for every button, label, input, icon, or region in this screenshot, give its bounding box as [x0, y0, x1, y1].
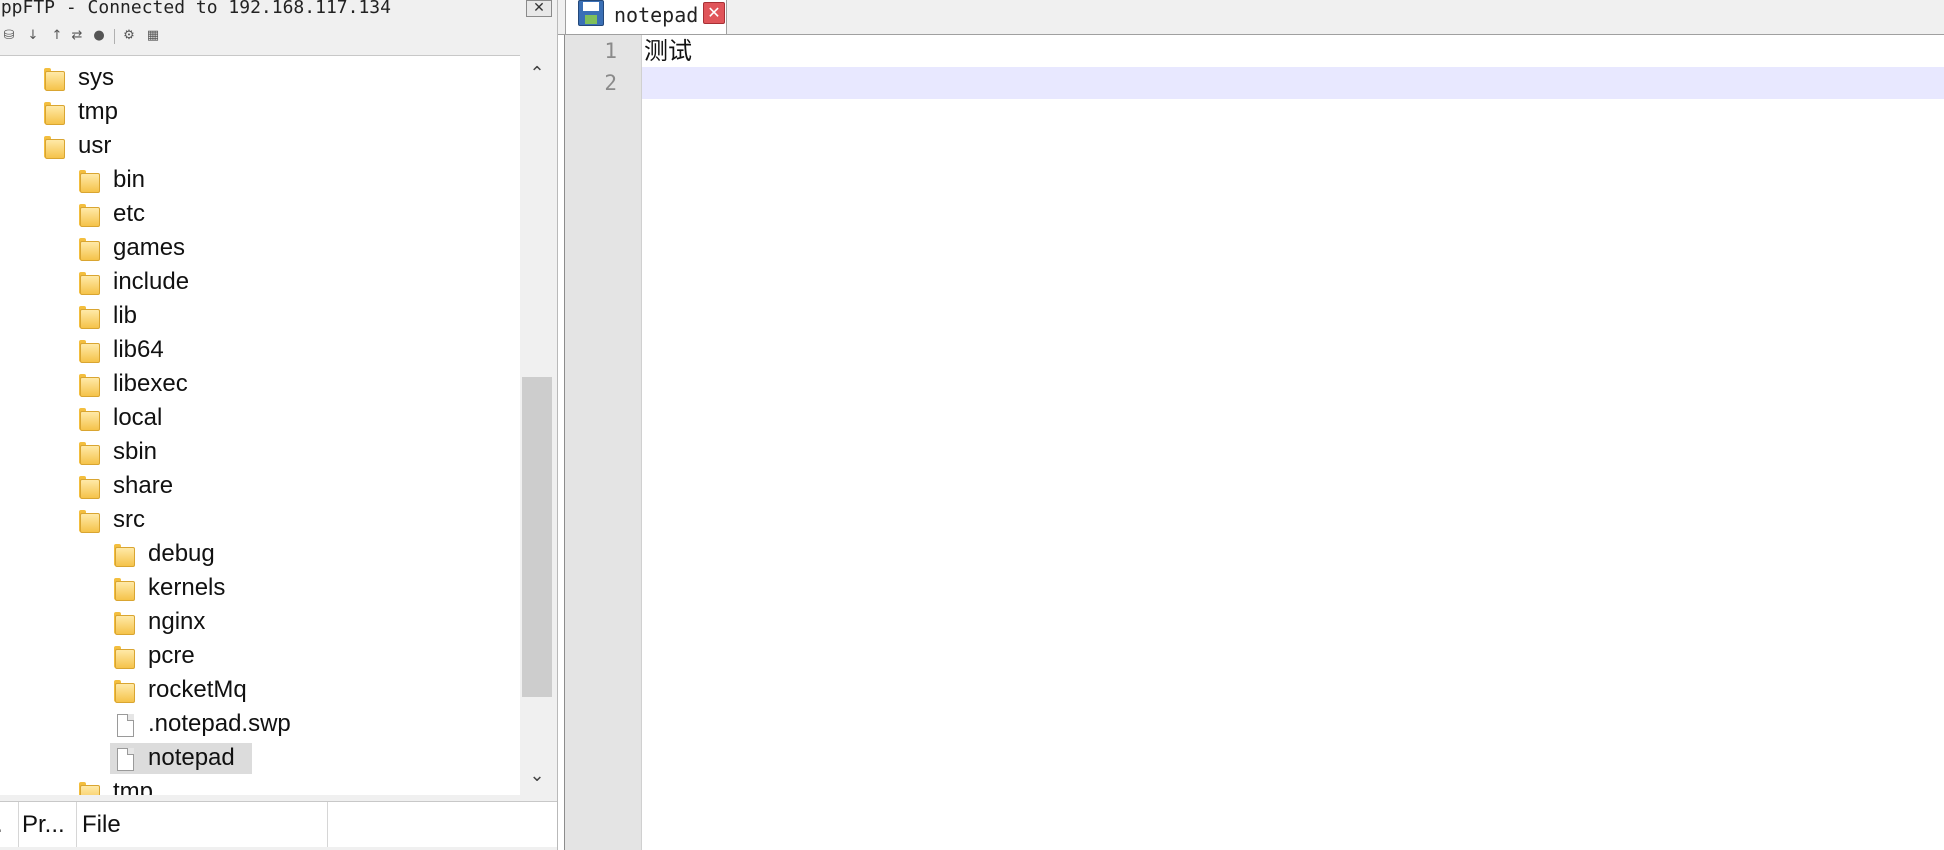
tab-notepad[interactable]: notepad ✕	[565, 0, 727, 34]
tree-item-label: .notepad.swp	[148, 710, 291, 737]
folder-icon	[79, 238, 101, 261]
tree-item-label: lib64	[113, 336, 164, 363]
tree-folder-item[interactable]: rocketMq	[0, 673, 520, 707]
panel-close-button[interactable]: ✕	[526, 0, 552, 17]
toolbar-separator	[114, 29, 115, 44]
tree-folder-item[interactable]: tmp	[0, 95, 520, 129]
transfer-queue-header: . Pr... File	[0, 801, 557, 847]
abort-icon[interactable]: ●	[90, 27, 108, 45]
line-number: 2	[604, 71, 617, 95]
remote-file-tree: sys tmp usr bin etc games include lib lib64 libex…	[0, 55, 520, 795]
panel-title: NppFTP - Connected to 192.168.117.134	[0, 0, 391, 18]
ftp-panel: NppFTP - Connected to 192.168.117.134 ✕ …	[0, 0, 558, 850]
tree-folder-item[interactable]: src	[0, 503, 520, 537]
document-tab-bar: notepad ✕	[558, 0, 1944, 35]
tree-item-label: kernels	[148, 574, 226, 601]
message-window-icon[interactable]: ▦	[144, 27, 162, 45]
tab-close-icon[interactable]: ✕	[703, 2, 725, 24]
upload-icon[interactable]: ↑	[48, 27, 66, 45]
line-number-gutter: 1 2	[565, 35, 642, 850]
folder-icon	[79, 476, 101, 499]
folder-icon	[79, 272, 101, 295]
tree-folder-item[interactable]: sbin	[0, 435, 520, 469]
tree-folder-item[interactable]: lib64	[0, 333, 520, 367]
tree-item-label: rocketMq	[148, 676, 247, 703]
folder-icon	[79, 442, 101, 465]
text-editor[interactable]: 1 2 测试	[564, 35, 1944, 850]
tree-folder-item[interactable]: games	[0, 231, 520, 265]
tree-item-label: etc	[113, 200, 146, 227]
file-icon	[114, 748, 136, 771]
tree-folder-item[interactable]: debug	[0, 537, 520, 571]
connect-icon[interactable]: ⛁	[0, 27, 18, 45]
current-line-highlight	[642, 67, 1944, 99]
tree-folder-item[interactable]: tmp	[0, 775, 520, 795]
folder-icon	[79, 204, 101, 227]
queue-column-header[interactable]: Pr...	[20, 802, 77, 847]
tree-item-label: src	[113, 506, 145, 533]
settings-icon[interactable]: ⚙	[120, 27, 138, 45]
folder-icon	[44, 136, 66, 159]
tree-file-item[interactable]: notepad	[0, 741, 520, 775]
scroll-down-button[interactable]: ⌄	[520, 761, 554, 791]
tree-item-label: debug	[148, 540, 215, 567]
scroll-thumb[interactable]	[522, 377, 552, 697]
folder-icon	[114, 680, 136, 703]
queue-column-header[interactable]: File	[79, 802, 328, 847]
ftp-toolbar: ⛁ ↓ ↑ ⇄ ● ⚙ ▦	[0, 25, 557, 49]
tree-item-label: libexec	[113, 370, 188, 397]
folder-icon	[79, 408, 101, 431]
line-number: 1	[604, 39, 617, 63]
tree-folder-item[interactable]: nginx	[0, 605, 520, 639]
tree-folder-item[interactable]: lib	[0, 299, 520, 333]
tree-item-label: local	[113, 404, 163, 431]
folder-icon	[79, 340, 101, 363]
tree-item-label: include	[113, 268, 190, 295]
folder-icon	[44, 102, 66, 125]
tree-item-label: notepad	[148, 744, 235, 771]
tree-item-label: tmp	[113, 778, 154, 795]
queue-column-header[interactable]: .	[0, 802, 19, 847]
folder-icon	[79, 510, 101, 533]
tree-item-label: bin	[113, 166, 146, 193]
tree-folder-item[interactable]: bin	[0, 163, 520, 197]
folder-icon	[114, 646, 136, 669]
tree-scrollbar[interactable]: ⌃ ⌄	[520, 55, 554, 794]
file-icon	[114, 714, 136, 737]
tree-folder-item[interactable]: libexec	[0, 367, 520, 401]
folder-icon	[79, 374, 101, 397]
tree-item-label: games	[113, 234, 186, 261]
code-line[interactable]: 测试	[644, 35, 692, 67]
folder-icon	[79, 170, 101, 193]
scroll-up-button[interactable]: ⌃	[520, 59, 554, 89]
tab-label: notepad	[614, 3, 699, 27]
folder-icon	[79, 782, 101, 795]
tree-item-label: sbin	[113, 438, 158, 465]
tree-item-label: usr	[78, 132, 112, 159]
folder-icon	[114, 612, 136, 635]
tree-folder-item[interactable]: usr	[0, 129, 520, 163]
tree-folder-item[interactable]: local	[0, 401, 520, 435]
save-icon	[578, 0, 604, 26]
tree-folder-item[interactable]: include	[0, 265, 520, 299]
tree-item-label: nginx	[148, 608, 206, 635]
tree-item-label: sys	[78, 64, 114, 91]
tree-item-label: pcre	[148, 642, 195, 669]
tree-item-label: lib	[113, 302, 138, 329]
tree-folder-item[interactable]: kernels	[0, 571, 520, 605]
tree-folder-item[interactable]: share	[0, 469, 520, 503]
folder-icon	[44, 68, 66, 91]
tree-folder-item[interactable]: sys	[0, 61, 520, 95]
tree-file-item[interactable]: .notepad.swp	[0, 707, 520, 741]
refresh-icon[interactable]: ⇄	[68, 27, 86, 45]
download-icon[interactable]: ↓	[24, 27, 42, 45]
folder-icon	[114, 544, 136, 567]
folder-icon	[114, 578, 136, 601]
tree-item-label: share	[113, 472, 174, 499]
tree-folder-item[interactable]: pcre	[0, 639, 520, 673]
tree-item-label: tmp	[78, 98, 119, 125]
folder-icon	[79, 306, 101, 329]
tree-folder-item[interactable]: etc	[0, 197, 520, 231]
